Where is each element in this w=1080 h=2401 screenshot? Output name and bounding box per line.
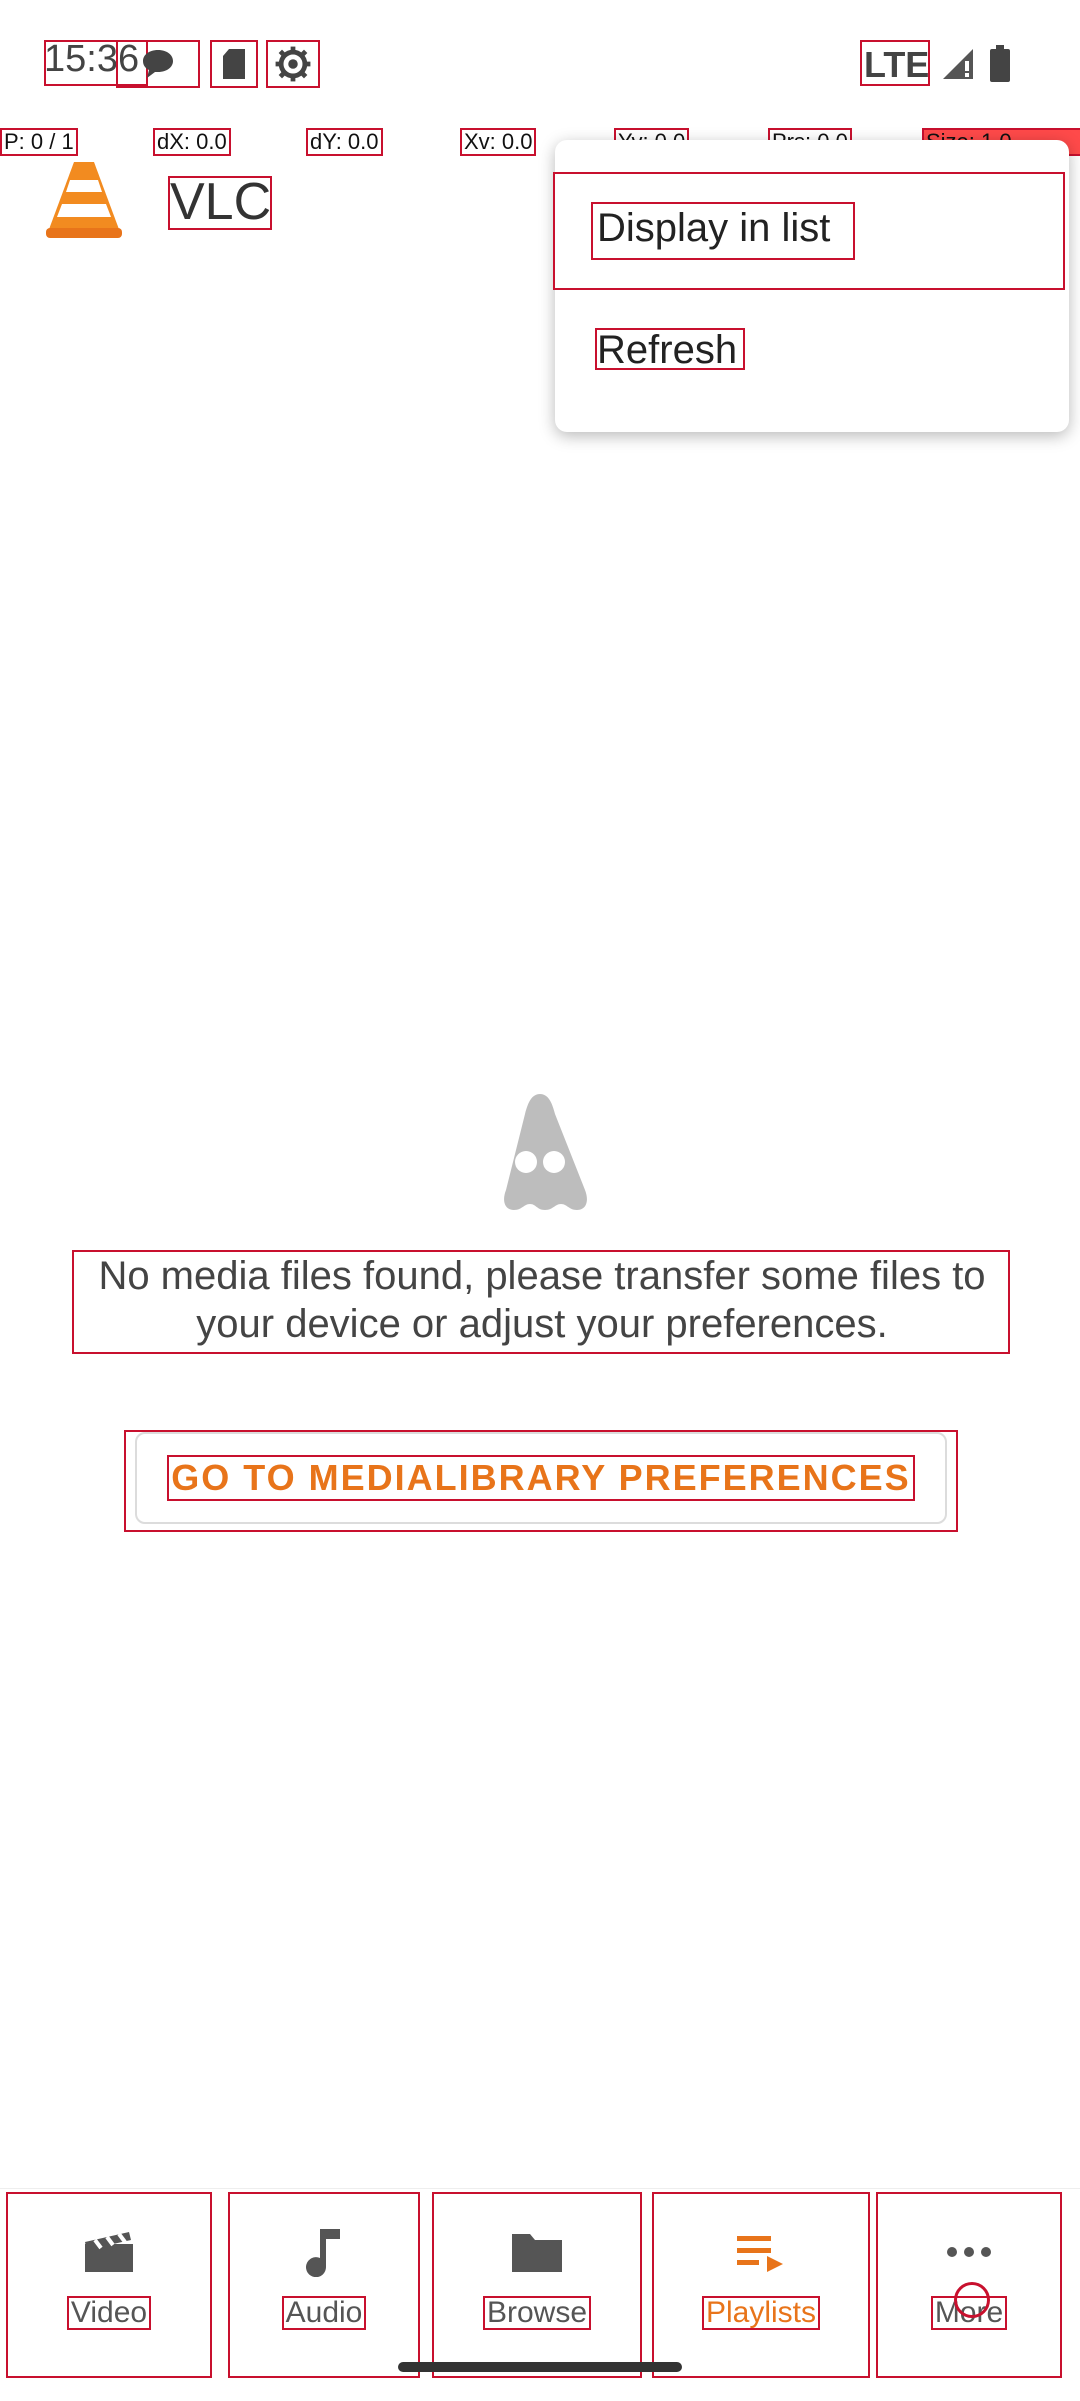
more-dots-icon <box>939 2222 999 2282</box>
vlc-cone-icon <box>44 158 124 240</box>
playlist-icon <box>731 2222 791 2282</box>
pref-button-label: GO TO MEDIALIBRARY PREFERENCES <box>167 1455 915 1501</box>
clapperboard-icon <box>79 2222 139 2282</box>
nav-item-video[interactable]: Video <box>6 2192 212 2378</box>
music-note-icon <box>294 2222 354 2282</box>
nav-label: Playlists <box>701 2296 821 2330</box>
nav-item-browse[interactable]: Browse <box>432 2192 642 2378</box>
menu-item-label: Display in list <box>597 206 831 250</box>
overlay-xv: Xv: 0.0 <box>460 128 537 156</box>
nav-label: Video <box>66 2296 152 2330</box>
menu-item-display-in-list[interactable]: Display in list <box>553 172 1065 290</box>
nav-item-audio[interactable]: Audio <box>228 2192 420 2378</box>
sd-card-icon <box>210 40 258 88</box>
menu-item-refresh[interactable]: Refresh <box>555 300 1069 408</box>
signal-icon <box>934 40 982 88</box>
touch-indicator <box>954 2282 990 2318</box>
home-gesture-bar[interactable] <box>398 2362 682 2372</box>
ghost-cone-icon <box>478 1090 602 1214</box>
menu-item-label: Refresh <box>597 328 738 372</box>
empty-state-message: No media files found, please transfer so… <box>98 1254 986 1346</box>
nav-label: Browse <box>482 2296 592 2330</box>
folder-icon <box>507 2222 567 2282</box>
nav-label: Audio <box>281 2296 367 2330</box>
overlay-dx: dX: 0.0 <box>153 128 231 156</box>
app-title: VLC <box>170 173 272 231</box>
go-to-medialibrary-preferences-button[interactable]: GO TO MEDIALIBRARY PREFERENCES <box>135 1432 947 1524</box>
overflow-menu: Display in list Refresh <box>553 140 1069 432</box>
battery-icon <box>976 40 1024 88</box>
chat-bubble-icon <box>116 40 200 88</box>
overlay-dy: dY: 0.0 <box>306 128 383 156</box>
settings-gear-icon <box>266 40 320 88</box>
overlay-pointer-count: P: 0 / 1 <box>0 128 78 156</box>
network-type-label: LTE <box>864 44 930 85</box>
nav-item-playlists[interactable]: Playlists <box>652 2192 870 2378</box>
